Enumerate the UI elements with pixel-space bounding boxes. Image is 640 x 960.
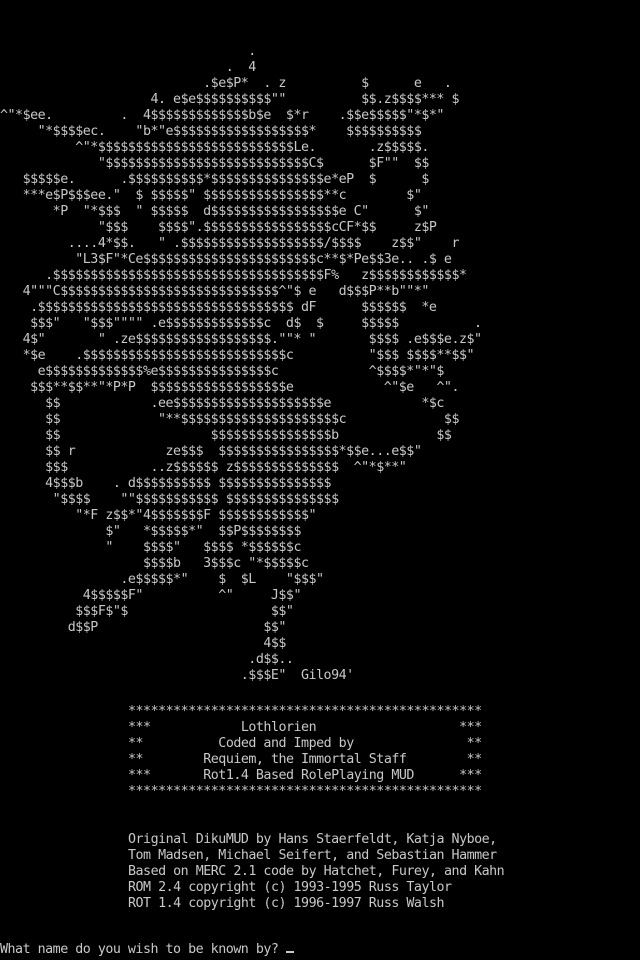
- terminal-window[interactable]: . . 4 .$e$P* . z $ e . 4. e$e$$$$$$$$$$"…: [0, 0, 640, 960]
- text-cursor: [285, 951, 294, 953]
- login-prompt-line[interactable]: What name do you wish to be known by?: [0, 942, 294, 958]
- credits-block: Original DikuMUD by Hans Staerfeldt, Kat…: [128, 832, 505, 911]
- login-prompt-text: What name do you wish to be known by?: [0, 942, 279, 957]
- ascii-art-logo: . . 4 .$e$P* . z $ e . 4. e$e$$$$$$$$$$"…: [0, 44, 482, 683]
- mud-title-banner: ****************************************…: [128, 704, 482, 799]
